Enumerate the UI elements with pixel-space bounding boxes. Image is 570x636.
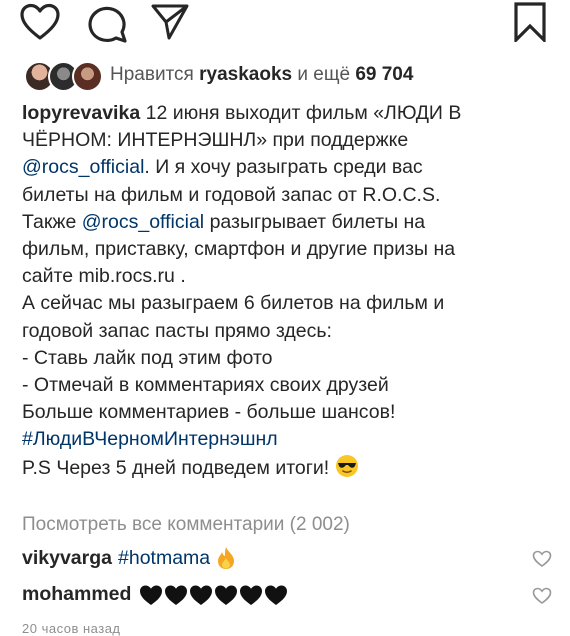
mention-link[interactable]: @rocs_official xyxy=(22,156,144,178)
comment-username[interactable]: mohammed xyxy=(22,583,131,606)
sunglasses-emoji-icon xyxy=(335,454,358,477)
likes-count[interactable]: 69 704 xyxy=(355,64,413,85)
black-heart-icon xyxy=(215,585,238,605)
view-all-comments-link[interactable]: Посмотреть все комментарии (2 002) xyxy=(22,514,350,536)
hashtag-link[interactable]: #hotmama xyxy=(118,547,210,570)
black-hearts-emoji xyxy=(139,584,288,606)
likes-summary[interactable]: Нравится ryaskaoks и ещё 69 704 xyxy=(24,58,413,92)
liker-username[interactable]: ryaskaoks xyxy=(199,64,292,85)
hashtag-link[interactable]: #ЛюдиВЧерномИнтернэшнл xyxy=(22,426,552,453)
black-heart-icon xyxy=(140,585,163,605)
black-heart-icon xyxy=(240,585,263,605)
likes-text: Нравится ryaskaoks и ещё 69 704 xyxy=(110,64,414,85)
comment-row: vikyvarga #hotmama xyxy=(22,546,552,570)
black-heart-icon xyxy=(190,585,213,605)
black-heart-icon xyxy=(165,585,188,605)
paper-plane-icon[interactable] xyxy=(150,2,190,42)
heart-icon[interactable] xyxy=(18,2,62,42)
liker-avatars xyxy=(24,58,103,92)
post-timestamp: 20 часов назад xyxy=(22,621,121,636)
mention-link[interactable]: @rocs_official xyxy=(82,211,204,233)
comment-row: mohammed xyxy=(22,583,552,606)
fire-icon xyxy=(218,547,235,569)
avatar xyxy=(72,61,103,92)
post-caption: lopyrevavika 12 июня выходит фильм «ЛЮДИ… xyxy=(22,100,552,482)
bookmark-icon[interactable] xyxy=(512,2,548,42)
action-bar xyxy=(0,0,570,48)
caption-username[interactable]: lopyrevavika xyxy=(22,102,140,124)
comment-like-heart-icon[interactable] xyxy=(532,587,552,605)
comment-icon[interactable] xyxy=(85,2,129,44)
comment-like-heart-icon[interactable] xyxy=(532,550,552,568)
black-heart-icon xyxy=(265,585,288,605)
comment-username[interactable]: vikyvarga xyxy=(22,547,112,570)
